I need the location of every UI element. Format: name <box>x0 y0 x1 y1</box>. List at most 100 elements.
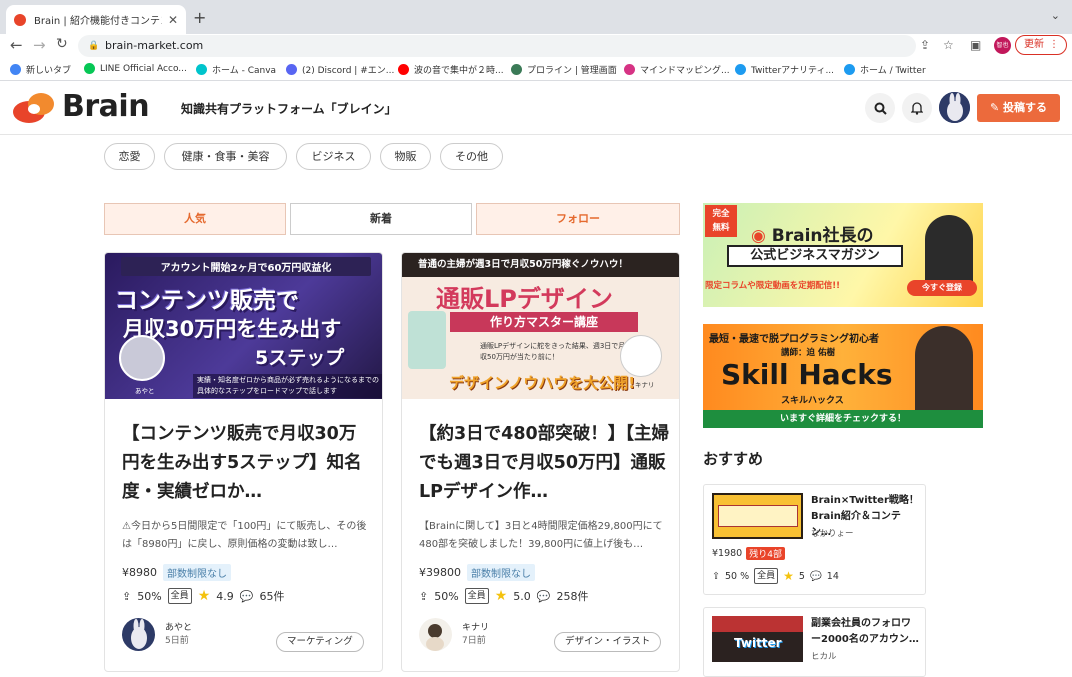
card-author[interactable]: あやと 5日前 <box>122 618 192 651</box>
banner-title-3: 5ステップ <box>255 347 345 369</box>
ad-banner-skillhacks[interactable]: 最短・最速で脱プログラミング初心者 講師：迫 佑樹 Skill Hacks スキ… <box>703 324 983 428</box>
recommend-author[interactable]: ヒカル <box>811 650 837 662</box>
banner-title-2: 作り方マスター講座 <box>450 312 638 332</box>
recommend-thumbnail[interactable] <box>712 493 803 539</box>
bookmark-item[interactable]: ホーム / Twitter <box>844 63 926 76</box>
star-icon: ★ <box>197 588 211 604</box>
bookmark-label: ホーム / Twitter <box>860 66 926 76</box>
kebab-menu-icon[interactable]: ⋮ <box>1049 36 1059 54</box>
category-business[interactable]: ビジネス <box>296 143 371 170</box>
rating: 5.0 <box>513 589 531 603</box>
category-goods[interactable]: 物販 <box>380 143 431 170</box>
content-card[interactable]: 普通の主婦が週3日で月収50万円稼ぐノウハウ！ 通販LPデザイン 作り方マスター… <box>401 252 680 672</box>
comment-icon: 💬 <box>239 589 254 603</box>
content-card[interactable]: アカウント開始2ヶ月で60万円収益化 コンテンツ販売で 月収30万円を生み出す … <box>104 252 383 672</box>
recommend-item[interactable]: Twitter 副業会社員のフォロワー2000名のアカウン… ヒカル <box>703 607 926 677</box>
ad-person-image <box>925 215 973 285</box>
bookmark-label: Twitterアナリティ... <box>751 66 835 76</box>
reload-icon[interactable]: ↻ <box>56 36 68 52</box>
logo-text[interactable]: Brain <box>62 89 150 124</box>
url-text: brain-market.com <box>105 39 204 52</box>
post-button[interactable]: ✎ 投稿する <box>977 94 1060 122</box>
banner-headline: アカウント開始2ヶ月で60万円収益化 <box>121 257 371 276</box>
back-icon[interactable]: ← <box>10 36 23 54</box>
ad-cta-button[interactable]: いますぐ詳細をチェックする！ <box>703 410 983 428</box>
card-title[interactable]: 【コンテンツ販売で月収30万円を生み出す5ステップ】知名度・実績ゼロか… <box>122 420 372 507</box>
card-banner-image[interactable]: 普通の主婦が週3日で月収50万円稼ぐノウハウ！ 通販LPデザイン 作り方マスター… <box>402 253 679 399</box>
author-avatar[interactable] <box>122 618 155 651</box>
share-icon: ⇪ <box>419 589 429 603</box>
bookmark-item[interactable]: (2) Discord | #エン... <box>286 63 394 76</box>
recommend-author[interactable]: なかりょー <box>811 527 854 539</box>
profile-avatar[interactable]: 智也 <box>994 37 1011 54</box>
forward-icon[interactable]: → <box>33 36 46 54</box>
update-button[interactable]: 更新 ⋮ <box>1015 35 1067 55</box>
search-icon[interactable] <box>865 93 895 123</box>
share-icon: ⇪ <box>712 570 720 582</box>
genre-tag[interactable]: デザイン・イラスト <box>554 632 662 652</box>
thumbnail-text: Twitter <box>734 636 782 650</box>
bookmark-item[interactable]: マインドマッピング... <box>624 63 730 76</box>
bookmark-item[interactable]: 新しいタブ <box>10 63 71 76</box>
card-banner-image[interactable]: アカウント開始2ヶ月で60万円収益化 コンテンツ販売で 月収30万円を生み出す … <box>105 253 382 399</box>
user-avatar[interactable] <box>939 92 970 123</box>
tab-popular[interactable]: 人気 <box>104 203 286 235</box>
tab-follow[interactable]: フォロー <box>476 203 680 235</box>
card-price-row: ¥8980 部数制限なし <box>122 564 231 581</box>
tab-search-icon[interactable]: ⌄ <box>1051 9 1060 22</box>
audience-badge: 全員 <box>464 588 489 604</box>
bell-icon[interactable] <box>902 93 932 123</box>
tab-new[interactable]: 新着 <box>290 203 472 235</box>
browser-tab[interactable]: Brain | 紹介機能付きコンテンツ販 ✕ <box>6 5 186 34</box>
bookmark-item[interactable]: ホーム - Canva <box>196 63 276 76</box>
ad-subtitle: 限定コラムや限定動画を定期配信!! <box>705 281 840 291</box>
card-price: ¥39800 <box>419 566 461 579</box>
star-icon: ★ <box>783 569 794 583</box>
remaining-badge: 残り4部 <box>746 547 785 560</box>
new-tab-icon[interactable]: + <box>193 8 206 27</box>
sidepanel-icon[interactable]: ▣ <box>970 38 981 52</box>
post-label: 投稿する <box>1003 101 1048 114</box>
recommend-thumbnail[interactable]: Twitter <box>712 616 803 662</box>
recommend-item[interactable]: Brain×Twitter戦略！Brain紹介＆コンテン… なかりょー ¥198… <box>703 484 926 595</box>
close-tab-icon[interactable]: ✕ <box>168 13 178 27</box>
share-icon: ⇪ <box>122 589 132 603</box>
share-icon[interactable]: ⇪ <box>920 38 930 52</box>
free-badge-line2: 無料 <box>712 223 730 233</box>
banner-title-1: コンテンツ販売で <box>115 288 299 314</box>
author-avatar[interactable] <box>419 618 452 651</box>
bookmark-item[interactable]: 波の音で集中が２時... <box>398 63 504 76</box>
banner-title-2: 月収30万円を生み出す <box>123 317 342 341</box>
card-price-row: ¥39800 部数制限なし <box>419 564 535 581</box>
ad-cta-button[interactable]: 今すぐ登録 <box>907 280 977 296</box>
recommend-stats: ⇪ 50 % 全員 ★ 5 💬 14 <box>712 568 839 584</box>
genre-tag[interactable]: マーケティング <box>276 632 364 652</box>
bookmarks-bar: 新しいタブ LINE Official Acco... ホーム - Canva (2)… <box>0 59 1072 81</box>
post-date: 7日前 <box>462 635 486 646</box>
bookmark-label: プロライン | 管理画面 <box>527 66 617 76</box>
ad-top-text: 最短・最速で脱プログラミング初心者 <box>709 334 879 345</box>
card-price: ¥8980 <box>122 566 157 579</box>
category-health[interactable]: 健康・食事・美容 <box>164 143 287 170</box>
bookmark-label: マインドマッピング... <box>640 66 730 76</box>
ad-banner-magazine[interactable]: 完全 無料 ◉ Brain社長の 公式ビジネスマガジン 限定コラムや限定動画を定… <box>703 203 983 307</box>
category-romance[interactable]: 恋愛 <box>104 143 155 170</box>
card-title[interactable]: 【約3日で480部突破！】【主婦でも週3日で月収50万円】通販LPデザイン作… <box>419 420 669 507</box>
category-other[interactable]: その他 <box>440 143 503 170</box>
bookmark-item[interactable]: LINE Official Acco... <box>84 63 187 74</box>
author-name[interactable]: キナリ <box>462 622 489 635</box>
bookmark-item[interactable]: プロライン | 管理画面 <box>511 63 617 76</box>
bookmark-favicon-icon <box>735 64 746 75</box>
site-header: Brain 知識共有プラットフォーム「ブレイン」 ✎ 投稿する <box>0 81 1072 135</box>
bookmark-label: 新しいタブ <box>26 66 72 76</box>
banner-title-3: デザインノウハウを大公開! <box>448 374 636 392</box>
author-name[interactable]: あやと <box>165 622 192 635</box>
url-field[interactable]: 🔒 brain-market.com <box>78 35 916 57</box>
card-author[interactable]: キナリ 7日前 <box>419 618 489 651</box>
brain-logo-icon[interactable] <box>12 92 56 124</box>
bookmark-favicon-icon <box>10 64 21 75</box>
bookmark-star-icon[interactable]: ☆ <box>943 38 954 52</box>
audience-badge: 全員 <box>167 588 192 604</box>
bookmark-item[interactable]: Twitterアナリティ... <box>735 63 834 76</box>
recommend-title[interactable]: 副業会社員のフォロワー2000名のアカウン… <box>811 616 919 648</box>
